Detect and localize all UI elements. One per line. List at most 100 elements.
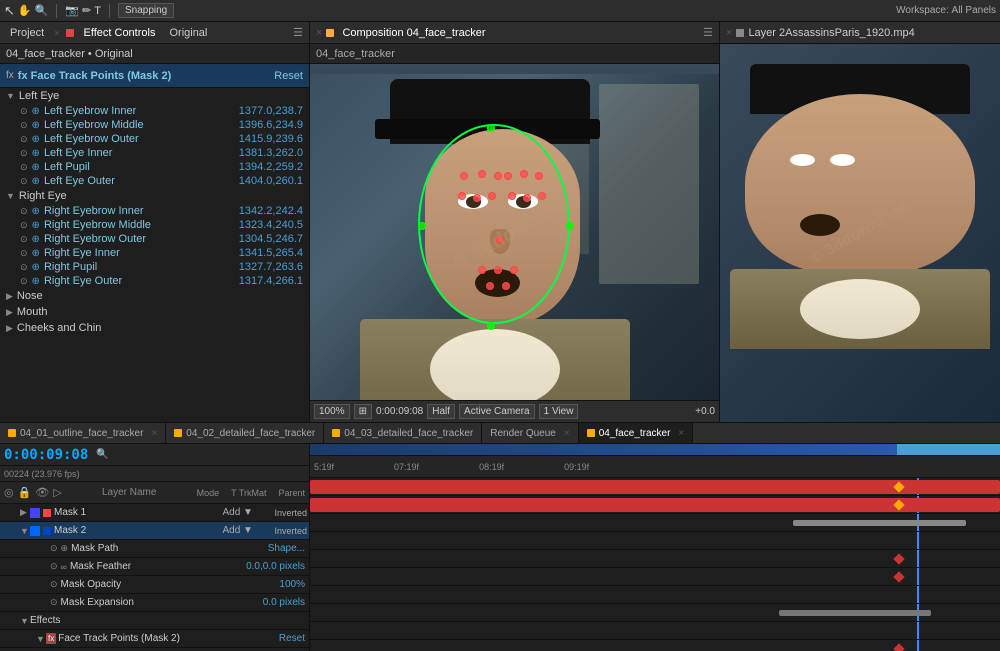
tab-effect-controls[interactable]: Effect Controls <box>80 25 160 41</box>
layer-row-maskpath[interactable]: ⊙ ⊕ Mask Path Shape... <box>0 540 309 558</box>
face-track-label: fx Face Track Points (Mask 2) <box>18 70 171 82</box>
group-cheeks[interactable]: ▶ Cheeks and Chin <box>0 320 309 336</box>
list-item[interactable]: ⊙ ⊕ Left Eyebrow Outer 1415.9,239.6 <box>0 132 309 146</box>
facetrack-label: Face Track Points (Mask 2) <box>58 633 279 644</box>
mask2-visibility[interactable] <box>30 526 40 536</box>
list-item[interactable]: ⊙ ⊕ Right Eye Outer 1317.4,266.1 <box>0 274 309 288</box>
timeline-tabs: 04_01_outline_face_tracker × 04_02_detai… <box>0 422 1000 444</box>
list-item[interactable]: ⊙ ⊕ Right Eyebrow Middle 1323.4,240.5 <box>0 218 309 232</box>
list-item[interactable]: ⊙ ⊕ Left Eye Inner 1381.3,262.0 <box>0 146 309 160</box>
group-left-eye[interactable]: ▼ Left Eye <box>0 88 309 104</box>
resolution-select[interactable]: Half <box>427 404 455 419</box>
list-item[interactable]: ⊙ ⊕ Right Eyebrow Outer 1304.5,246.7 <box>0 232 309 246</box>
expansion-label: Mask Expansion <box>61 597 263 608</box>
layer-row-feather[interactable]: ⊙ ∞ Mask Feather 0.0,0.0 pixels <box>0 558 309 576</box>
timeline-layers: ▶ Mask 1 Add ▼ Inverted ▼ Mask 2 Add ▼ I… <box>0 504 309 651</box>
tab-composition[interactable]: Composition 04_face_tracker <box>338 25 489 41</box>
pen-icon[interactable]: ✏ <box>82 4 91 17</box>
panel-menu-icon[interactable]: ☰ <box>293 26 303 39</box>
spiral-icon: ⊙ <box>20 148 28 159</box>
layer-row-mask1[interactable]: ▶ Mask 1 Add ▼ Inverted <box>0 504 309 522</box>
layer-row-expansion[interactable]: ⊙ Mask Expansion 0.0 pixels <box>0 594 309 612</box>
shy-icon[interactable]: ▷ <box>53 486 61 499</box>
hand-icon[interactable]: ✋ <box>18 4 32 17</box>
group-mouth[interactable]: ▶ Mouth <box>0 304 309 320</box>
spiral-icon: ⊙ <box>20 220 28 231</box>
spiral-icon: ⊙ <box>20 176 28 187</box>
layer-row-facetrack[interactable]: ▼ fx Face Track Points (Mask 2) Reset <box>0 630 309 648</box>
text-icon[interactable]: T <box>94 5 101 17</box>
zoom-select[interactable]: 100% <box>314 404 350 419</box>
col-trk: T TrkMat <box>231 488 266 498</box>
list-item[interactable]: ⊙ ⊕ Left Eyebrow Middle 1396.6,234.9 <box>0 118 309 132</box>
snapping-button[interactable]: Snapping <box>118 3 174 18</box>
tab-render-queue[interactable]: Render Queue × <box>482 423 578 443</box>
tab-project[interactable]: Project <box>6 25 48 41</box>
mask1-mode: Add ▼ <box>222 507 272 518</box>
list-item[interactable]: ⊙ ⊕ Left Eyebrow Inner 1377.0,238.7 <box>0 104 309 118</box>
track-point <box>496 236 504 244</box>
maskpath-spiral: ⊙ <box>50 543 58 554</box>
timecode-display[interactable]: 0:00:09:08 <box>4 447 88 463</box>
fx-badge: fx <box>6 70 14 81</box>
active-tab-close-icon[interactable]: × <box>678 428 684 439</box>
select-icon[interactable]: ↖ <box>4 3 15 19</box>
fit-view-button[interactable]: ⊞ <box>354 404 372 419</box>
track-rows <box>310 478 1000 651</box>
close-layer-icon: × <box>726 27 732 39</box>
camera-icon[interactable]: 📷 <box>65 4 79 17</box>
toolbar-media: 📷 ✏ T <box>65 4 101 17</box>
tab-02-detailed[interactable]: 04_02_detailed_face_tracker <box>166 423 324 443</box>
list-item[interactable]: ⊙ ⊕ Right Eyebrow Inner 1342.2,242.4 <box>0 204 309 218</box>
arrow-cheeks: ▶ <box>6 323 13 334</box>
group-nose[interactable]: ▶ Nose <box>0 288 309 304</box>
camera-select[interactable]: Active Camera <box>459 404 535 419</box>
track-row-maskpath <box>310 514 1000 532</box>
feather-link: ∞ <box>61 562 67 572</box>
tab-close-icon[interactable]: × <box>151 428 157 439</box>
expand-mask2[interactable]: ▼ <box>20 526 30 536</box>
control-buttons: ◎ 🔒 👁 ▷ Layer Name Mode T TrkMat Parent <box>0 482 309 504</box>
hide-icon[interactable]: 👁 <box>35 486 49 499</box>
reset-button[interactable]: Reset <box>274 70 303 82</box>
track-row-effects <box>310 586 1000 604</box>
spiral-icon: ⊙ <box>20 262 28 273</box>
expand-effects[interactable]: ▼ <box>20 616 30 626</box>
render-close-icon[interactable]: × <box>564 428 570 439</box>
list-item[interactable]: ⊙ ⊕ Right Pupil 1327.7,263.6 <box>0 260 309 274</box>
layer-row-effects[interactable]: ▼ Effects <box>0 612 309 630</box>
facetrack-bar <box>779 610 931 616</box>
track-point <box>478 266 486 274</box>
tab-03-detailed[interactable]: 04_03_detailed_face_tracker <box>324 423 482 443</box>
track-point <box>494 266 502 274</box>
search-icon[interactable]: 🔍 <box>96 449 108 460</box>
tab-01-outline[interactable]: 04_01_outline_face_tracker × <box>0 423 166 443</box>
list-item[interactable]: ⊙ ⊕ Left Pupil 1394.2,259.2 <box>0 160 309 174</box>
solo-icon[interactable]: ◎ <box>4 486 14 499</box>
spiral-icon: ⊙ <box>20 276 28 287</box>
comp-panel-menu[interactable]: ☰ <box>703 26 713 39</box>
maskpath-keyframes <box>793 520 966 526</box>
comp-viewport[interactable]: © 3ddownload <box>310 64 719 400</box>
mask1-visibility[interactable] <box>30 508 40 518</box>
feather-label: Mask Feather <box>70 561 246 572</box>
lock-icon[interactable]: 🔒 <box>18 486 32 499</box>
tab-04-face-tracker[interactable]: 04_face_tracker × <box>579 423 694 443</box>
list-item[interactable]: ⊙ ⊕ Left Eye Outer 1404.0,260.1 <box>0 174 309 188</box>
track-row-facetrack <box>310 604 1000 622</box>
expand-facetrack[interactable]: ▼ <box>36 634 46 644</box>
list-item[interactable]: ⊙ ⊕ Right Eye Inner 1341.5,265.4 <box>0 246 309 260</box>
layer-row-mask2[interactable]: ▼ Mask 2 Add ▼ Inverted <box>0 522 309 540</box>
view-select[interactable]: 1 View <box>539 404 579 419</box>
facetrack-reset[interactable]: Reset <box>279 633 309 644</box>
tab-original[interactable]: Original <box>165 25 211 41</box>
opacity-keyframe <box>894 553 905 564</box>
group-right-eye[interactable]: ▼ Right Eye <box>0 188 309 204</box>
layer-row-opacity[interactable]: ⊙ Mask Opacity 100% <box>0 576 309 594</box>
zoom-icon[interactable]: 🔍 <box>35 4 49 17</box>
expand-mask1[interactable]: ▶ <box>20 507 30 518</box>
col-mode: Mode <box>197 488 220 498</box>
top-toolbar: ↖ ✋ 🔍 📷 ✏ T Snapping Workspace: All Pane… <box>0 0 1000 22</box>
opacity-value: 100% <box>279 579 309 590</box>
arrow-left-eye: ▼ <box>6 91 15 101</box>
